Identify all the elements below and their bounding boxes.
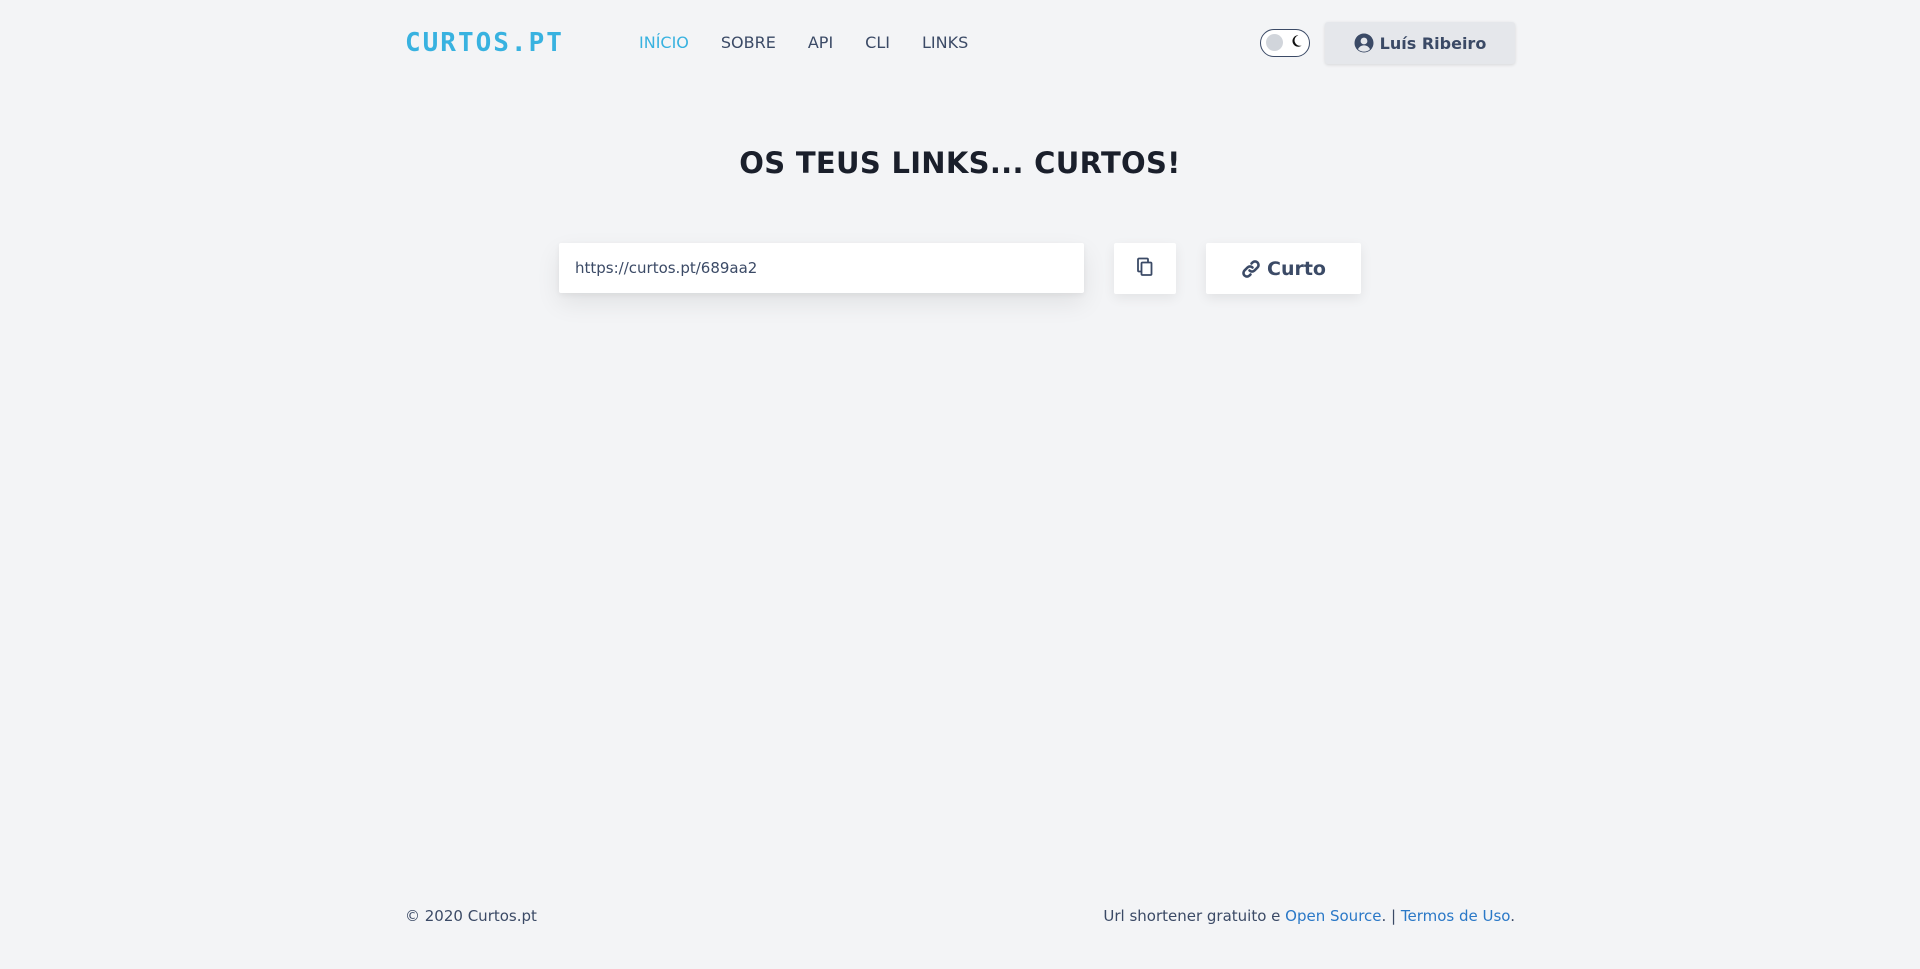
footer-tagline-prefix: Url shortener gratuito e xyxy=(1103,907,1286,925)
shorten-button-label: Curto xyxy=(1267,257,1326,280)
footer-copyright: © 2020 Curtos.pt xyxy=(405,907,537,925)
top-navbar: CURTOS.PT INÍCIO SOBRE API CLI LINKS Luí… xyxy=(405,20,1515,66)
footer: © 2020 Curtos.pt Url shortener gratuito … xyxy=(405,904,1515,928)
open-source-link[interactable]: Open Source xyxy=(1285,907,1381,925)
user-menu-button[interactable]: Luís Ribeiro xyxy=(1325,22,1515,64)
copy-button[interactable] xyxy=(1114,243,1176,294)
nav-item-links[interactable]: LINKS xyxy=(922,20,968,66)
footer-separator: . | xyxy=(1381,907,1401,925)
user-name: Luís Ribeiro xyxy=(1379,33,1487,53)
shorten-button[interactable]: Curto xyxy=(1206,243,1361,294)
toggle-knob xyxy=(1266,34,1283,51)
footer-tagline: Url shortener gratuito e Open Source. | … xyxy=(1103,907,1515,925)
header-actions: Luís Ribeiro xyxy=(1260,22,1515,64)
nav-item-inicio[interactable]: INÍCIO xyxy=(639,20,689,66)
footer-terms-suffix: . xyxy=(1510,907,1515,925)
link-icon xyxy=(1241,259,1261,279)
moon-icon xyxy=(1289,34,1303,53)
nav-item-cli[interactable]: CLI xyxy=(865,20,890,66)
nav-item-sobre[interactable]: SOBRE xyxy=(721,20,776,66)
theme-toggle[interactable] xyxy=(1260,29,1310,57)
terms-link[interactable]: Termos de Uso xyxy=(1401,907,1510,925)
short-url-field[interactable] xyxy=(559,243,1084,293)
main-nav: INÍCIO SOBRE API CLI LINKS xyxy=(639,20,1000,66)
user-circle-icon xyxy=(1354,33,1374,53)
copy-icon xyxy=(1136,257,1154,281)
page-title: OS TEUS LINKS... CURTOS! xyxy=(739,146,1181,180)
nav-item-api[interactable]: API xyxy=(808,20,833,66)
site-logo[interactable]: CURTOS.PT xyxy=(405,20,639,66)
